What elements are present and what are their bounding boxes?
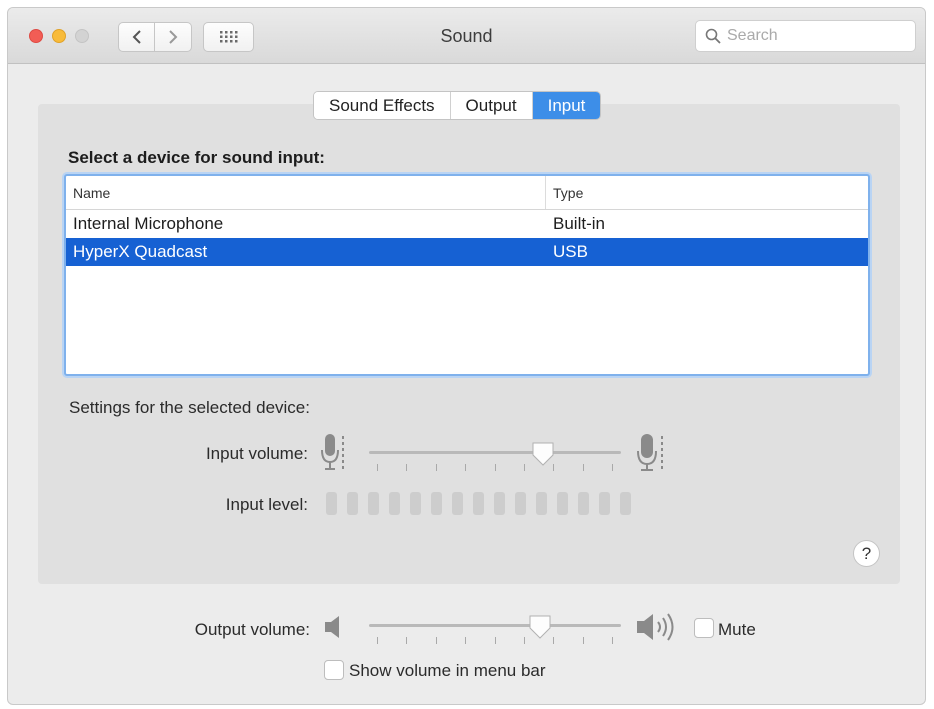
level-segment [389,492,400,515]
input-volume-label: Input volume: [205,444,308,463]
level-segment [620,492,631,515]
settings-label: Settings for the selected device: [69,398,310,417]
output-volume-slider[interactable] [369,624,621,627]
title-bar: Sound Search [8,8,925,64]
table-row[interactable]: Internal Microphone Built-in [66,210,868,238]
table-header: Name Type [66,176,868,210]
input-level-label: Input level: [225,495,308,514]
mute-checkbox[interactable] [694,618,714,638]
level-segment [557,492,568,515]
tab-sound-effects[interactable]: Sound Effects [314,92,451,119]
level-segment [599,492,610,515]
search-icon [705,28,721,44]
input-volume-slider[interactable] [369,451,621,454]
tab-bar: Sound Effects Output Input [313,91,602,120]
show-volume-label: Show volume in menu bar [349,661,546,680]
level-segment [347,492,358,515]
output-volume-label: Output volume: [194,620,310,639]
level-segment [494,492,505,515]
device-type: USB [553,242,588,261]
level-segment [368,492,379,515]
microphone-icon [637,434,663,471]
speaker-loud-icon [637,613,674,641]
level-segment [410,492,421,515]
help-button[interactable]: ? [853,540,880,567]
level-segment [578,492,589,515]
input-volume-knob[interactable] [531,441,555,467]
search-placeholder: Search [727,27,778,44]
search-field[interactable]: Search [695,20,916,52]
speaker-icon [325,616,339,638]
column-header-name[interactable]: Name [66,176,546,209]
level-segment [473,492,484,515]
output-volume-knob[interactable] [528,614,552,640]
mute-label: Mute [718,620,756,639]
output-volume-ticks [377,637,613,645]
device-section-title: Select a device for sound input: [68,148,325,167]
input-level-meter [326,492,631,515]
device-name: HyperX Quadcast [73,242,208,261]
table-row-selected[interactable]: HyperX Quadcast USB [66,238,868,266]
level-segment [452,492,463,515]
level-segment [536,492,547,515]
microphone-icon [321,434,344,470]
device-name: Internal Microphone [73,214,224,233]
device-type: Built-in [553,214,605,233]
tab-output[interactable]: Output [450,92,533,119]
input-device-table[interactable]: Name Type Internal Microphone Built-in H… [64,174,870,376]
column-header-type[interactable]: Type [546,176,583,209]
tab-input[interactable]: Input [532,92,601,119]
level-segment [431,492,442,515]
show-volume-checkbox[interactable] [324,660,344,680]
input-volume-ticks [377,464,613,472]
level-segment [515,492,526,515]
sound-preferences-window: Sound Search Sound Effects Output Input … [7,7,926,705]
level-segment [326,492,337,515]
